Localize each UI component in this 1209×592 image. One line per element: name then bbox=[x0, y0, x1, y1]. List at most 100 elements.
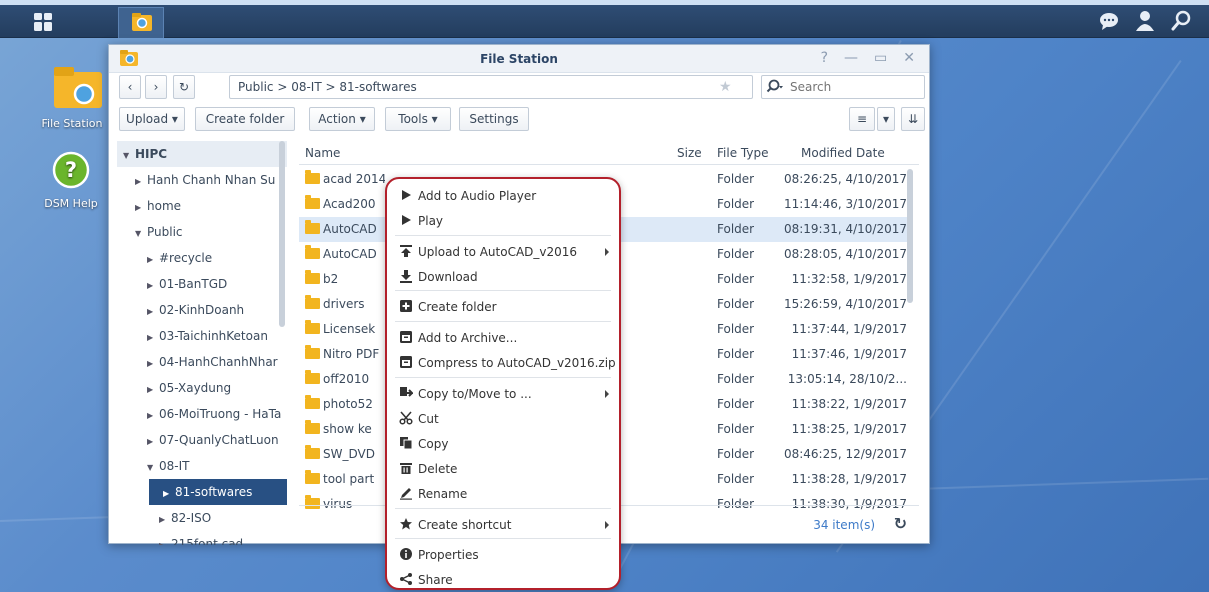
file-name-cell: tool part bbox=[305, 467, 385, 492]
tree-item-label: 05-Xaydung bbox=[159, 381, 232, 395]
context-menu-item[interactable]: Properties bbox=[387, 543, 619, 567]
caret-right-icon[interactable]: ▶ bbox=[147, 429, 159, 453]
caret-right-icon[interactable]: ▶ bbox=[147, 299, 159, 323]
caret-down-icon[interactable]: ▼ bbox=[123, 143, 135, 167]
context-menu-item[interactable]: Copy bbox=[387, 432, 619, 456]
desktop-file-station[interactable]: File Station bbox=[38, 64, 118, 130]
tree-item[interactable]: ▼ Public bbox=[117, 219, 287, 245]
chat-icon[interactable] bbox=[1097, 9, 1121, 33]
search-box[interactable] bbox=[761, 75, 925, 99]
list-view-button[interactable]: ≡ bbox=[849, 107, 875, 131]
caret-right-icon[interactable]: ▶ bbox=[135, 195, 147, 219]
tree-item[interactable]: ▶ 81-softwares bbox=[149, 479, 287, 505]
taskbar-file-station[interactable] bbox=[118, 7, 164, 38]
star-icon[interactable]: ★ bbox=[719, 79, 732, 95]
caret-right-icon[interactable]: ▶ bbox=[147, 351, 159, 375]
tree-item[interactable]: ▶215font cad bbox=[117, 531, 287, 545]
tree-scrollbar[interactable] bbox=[279, 141, 285, 327]
menu-separator bbox=[395, 290, 611, 291]
context-menu-item[interactable]: Add to Archive... bbox=[387, 326, 619, 350]
file-list-scrollbar[interactable] bbox=[907, 169, 913, 303]
forward-button[interactable]: › bbox=[145, 75, 167, 99]
tree-item-label: 07-QuanlyChatLuon bbox=[159, 433, 279, 447]
context-menu-item[interactable]: Share bbox=[387, 568, 619, 588]
context-menu-item[interactable]: Copy to/Move to ... bbox=[387, 382, 619, 406]
caret-right-icon[interactable]: ▶ bbox=[135, 169, 147, 193]
tree-item[interactable]: ▼ 08-IT bbox=[117, 453, 287, 479]
pencil-icon bbox=[399, 484, 413, 500]
context-menu-item[interactable]: Rename bbox=[387, 482, 619, 506]
caret-right-icon[interactable]: ▶ bbox=[147, 247, 159, 271]
context-menu-item[interactable]: Play bbox=[387, 209, 619, 233]
tree-item[interactable]: ▶ Hanh Chanh Nhan Su bbox=[117, 167, 287, 193]
modified-date-cell: 11:38:28, 1/9/2017 bbox=[791, 472, 907, 486]
file-name: photo52 bbox=[323, 397, 373, 411]
close-icon[interactable]: ✕ bbox=[903, 50, 915, 66]
tree-item[interactable]: ▶ #recycle bbox=[117, 245, 287, 271]
context-menu-item[interactable]: Create folder bbox=[387, 295, 619, 319]
tree-item[interactable]: ▶ 82-ISO bbox=[117, 505, 287, 531]
context-menu-item[interactable]: Download bbox=[387, 265, 619, 289]
caret-right-icon[interactable]: ▶ bbox=[159, 533, 171, 545]
tree-item[interactable]: ▶ 07-QuanlyChatLuon bbox=[117, 427, 287, 453]
column-size[interactable]: Size bbox=[677, 141, 702, 165]
create-folder-button[interactable]: Create folder bbox=[195, 107, 295, 131]
caret-down-icon[interactable]: ▼ bbox=[147, 455, 159, 479]
context-menu-item[interactable]: Add to Audio Player bbox=[387, 184, 619, 208]
desktop-icon-label: DSM Help bbox=[44, 197, 98, 210]
caret-right-icon[interactable]: ▶ bbox=[147, 377, 159, 401]
tree-item[interactable]: ▶ home bbox=[117, 193, 287, 219]
context-menu-item[interactable]: Upload to AutoCAD_v2016 bbox=[387, 240, 619, 264]
caret-right-icon[interactable]: ▶ bbox=[147, 273, 159, 297]
column-name[interactable]: Name bbox=[305, 141, 340, 165]
tree-item[interactable]: ▶ 05-Xaydung bbox=[117, 375, 287, 401]
tree-item-label: Hanh Chanh Nhan Su bbox=[147, 173, 276, 187]
tree-item[interactable]: ▶ 01-BanTGD bbox=[117, 271, 287, 297]
folder-icon bbox=[305, 270, 320, 284]
sort-button[interactable]: ⇊ bbox=[901, 107, 925, 131]
maximize-icon[interactable]: ▭ bbox=[874, 50, 887, 66]
settings-button[interactable]: Settings bbox=[459, 107, 529, 131]
back-button[interactable]: ‹ bbox=[119, 75, 141, 99]
user-icon[interactable] bbox=[1133, 9, 1157, 33]
context-menu-item[interactable]: Cut bbox=[387, 407, 619, 431]
column-modified-date[interactable]: Modified Date bbox=[801, 141, 885, 165]
help-icon[interactable]: ? bbox=[821, 50, 828, 66]
path-bar[interactable]: Public > 08-IT > 81-softwares bbox=[229, 75, 753, 99]
window-titlebar[interactable]: File Station ? — ▭ ✕ bbox=[109, 45, 929, 73]
view-dropdown-button[interactable]: ▾ bbox=[877, 107, 895, 131]
caret-right-icon[interactable]: ▶ bbox=[159, 507, 171, 531]
tree-item[interactable]: ▶ 02-KinhDoanh bbox=[117, 297, 287, 323]
tree-item[interactable]: ▶ 03-TaichinhKetoan bbox=[117, 323, 287, 349]
refresh-button[interactable]: ↻ bbox=[173, 75, 195, 99]
desktop-dsm-help[interactable]: ? DSM Help bbox=[31, 150, 111, 210]
modified-date-cell: 08:46:25, 12/9/2017 bbox=[783, 447, 907, 461]
context-menu-item[interactable]: Delete bbox=[387, 457, 619, 481]
refresh-icon[interactable]: ↻ bbox=[894, 514, 907, 533]
submenu-arrow-icon bbox=[605, 390, 609, 398]
caret-right-icon[interactable]: ▶ bbox=[147, 403, 159, 427]
minimize-icon[interactable]: — bbox=[844, 50, 858, 66]
tree-item[interactable]: ▶ 04-HanhChanhNhar bbox=[117, 349, 287, 375]
caret-right-icon[interactable]: ▶ bbox=[147, 325, 159, 349]
context-menu-item[interactable]: Create shortcut bbox=[387, 513, 619, 537]
caret-down-icon: ▾ bbox=[359, 112, 366, 126]
column-file-type[interactable]: File Type bbox=[717, 141, 768, 165]
tools-button[interactable]: Tools ▾ bbox=[385, 107, 451, 131]
folder-icon bbox=[305, 420, 320, 434]
caret-down-icon[interactable]: ▼ bbox=[135, 221, 147, 245]
file-station-icon bbox=[52, 67, 104, 113]
tree-item-label: home bbox=[147, 199, 182, 213]
upload-button[interactable]: Upload ▾ bbox=[119, 107, 185, 131]
tree-item-label: 02-KinhDoanh bbox=[159, 303, 245, 317]
context-menu-item[interactable]: Compress to AutoCAD_v2016.zip bbox=[387, 351, 619, 375]
caret-down-icon: ▾ bbox=[431, 112, 438, 126]
caret-right-icon[interactable]: ▶ bbox=[163, 481, 175, 505]
search-input[interactable] bbox=[790, 80, 908, 94]
search-icon[interactable] bbox=[1169, 9, 1193, 33]
file-name-cell: AutoCAD bbox=[305, 217, 385, 242]
tree-item[interactable]: ▶ 06-MoiTruong - HaTa bbox=[117, 401, 287, 427]
action-button[interactable]: Action ▾ bbox=[309, 107, 375, 131]
tree-item[interactable]: ▼ HIPC bbox=[117, 141, 287, 167]
main-menu-icon[interactable] bbox=[30, 9, 56, 35]
